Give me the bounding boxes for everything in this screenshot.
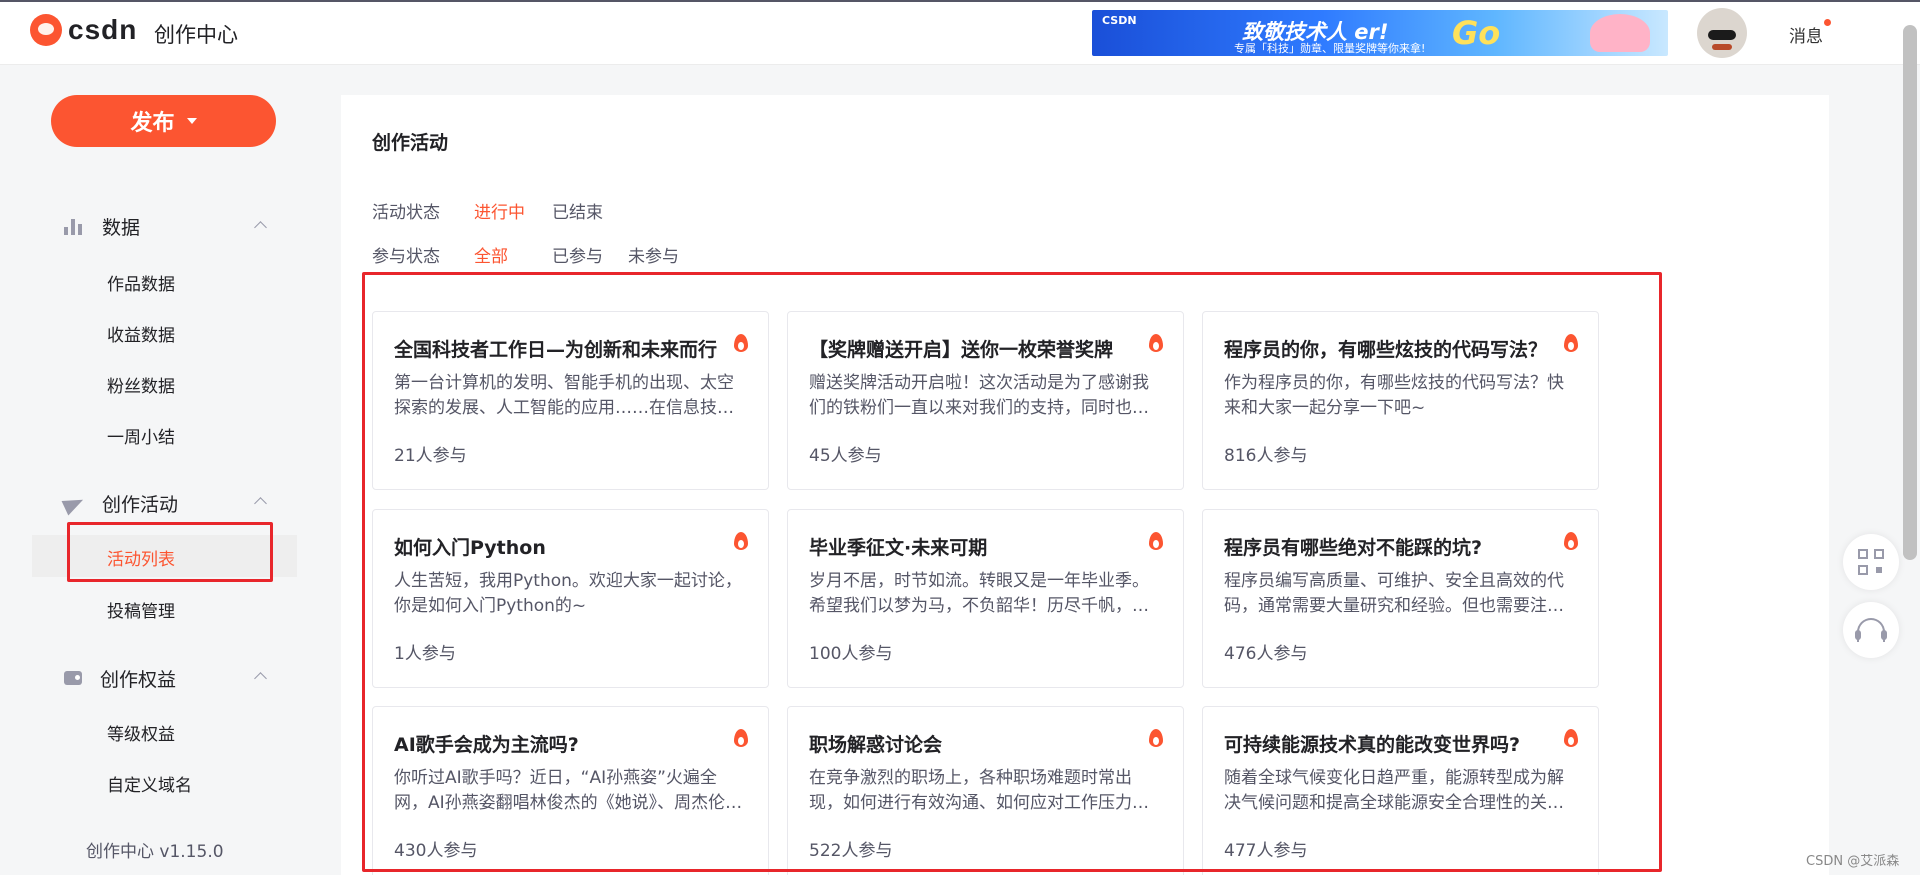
card-title: 全国科技者工作日—为创新和未来而行 [394, 339, 718, 361]
sidebar-item-income-data[interactable]: 收益数据 [107, 321, 175, 346]
card-title: 职场解惑讨论会 [809, 734, 943, 756]
sidebar-item-custom-domain[interactable]: 自定义域名 [107, 771, 192, 796]
user-avatar[interactable] [1697, 8, 1747, 58]
filter-not-joined[interactable]: 未参与 [628, 242, 679, 267]
card-participants: 477人参与 [1224, 841, 1308, 861]
qr-code-icon [1858, 549, 1884, 575]
sidebar-item-submission-manage[interactable]: 投稿管理 [107, 597, 175, 622]
banner-tag: CSDN [1102, 14, 1137, 27]
card-title: 【奖牌赠送开启】送你一枚荣誉奖牌 [809, 339, 1114, 361]
header-title: 创作中心 [154, 23, 238, 47]
activity-card[interactable]: 程序员有哪些绝对不能踩的坑? 程序员编写高质量、可维护、安全且高效的代码，通常需… [1202, 509, 1599, 688]
notification-dot-icon [1824, 19, 1831, 26]
nav-group-label: 创作权益 [100, 668, 177, 691]
card-title: 程序员的你，有哪些炫技的代码写法？ [1224, 339, 1548, 361]
sidebar-item-level-benefits[interactable]: 等级权益 [107, 720, 175, 745]
headset-icon [1855, 618, 1887, 642]
card-title: AI歌手会成为主流吗? [394, 734, 579, 756]
caret-down-icon [186, 118, 197, 124]
flame-icon [1149, 532, 1163, 550]
chevron-up-icon[interactable] [254, 672, 267, 685]
messages-link[interactable]: 消息 [1789, 22, 1823, 47]
promo-banner[interactable]: CSDN 致敬技术人 er! 专属「科技」勋章、限量奖牌等你来拿! Go [1092, 10, 1668, 56]
watermark: CSDN @艾派森 [1806, 854, 1900, 869]
activity-card[interactable]: 【奖牌赠送开启】送你一枚荣誉奖牌 赠送奖牌活动开启啦！这次活动是为了感谢我们的铁… [787, 311, 1184, 490]
publish-button[interactable]: 发布 [51, 95, 276, 147]
banner-subtitle: 专属「科技」勋章、限量奖牌等你来拿! [1234, 42, 1426, 55]
card-participants: 45人参与 [809, 446, 882, 466]
card-description: 程序员编写高质量、可维护、安全且高效的代码，通常需要大量研究和经验。但也需要注意… [1224, 571, 1564, 616]
card-participants: 21人参与 [394, 446, 467, 466]
card-participants: 100人参与 [809, 644, 893, 664]
card-participants: 522人参与 [809, 841, 893, 861]
csdn-monkey-icon [30, 14, 62, 46]
card-participants: 476人参与 [1224, 644, 1308, 664]
banner-cta: Go [1452, 14, 1501, 52]
card-title: 毕业季征文·未来可期 [809, 537, 988, 559]
page-title: 创作活动 [372, 132, 449, 154]
page-scrollbar[interactable] [1903, 25, 1917, 560]
activity-card[interactable]: 可持续能源技术真的能改变世界吗? 随着全球气候变化日趋严重，能源转型成为解决气候… [1202, 706, 1599, 875]
sidebar-item-activity-list[interactable]: 活动列表 [107, 545, 175, 570]
card-description: 在竞争激烈的职场上，各种职场难题时常出现，如何进行有效沟通、如何应对工作压力、如… [809, 768, 1149, 813]
flame-icon [1149, 729, 1163, 747]
chevron-up-icon[interactable] [254, 497, 267, 510]
bar-chart-icon [64, 217, 84, 235]
banner-illustration [1590, 14, 1650, 52]
nav-group-label: 创作活动 [102, 493, 179, 516]
filter-all[interactable]: 全部 [474, 242, 508, 267]
card-description: 第一台计算机的发明、智能手机的出现、太空探索的发展、人工智能的应用……在信息技术… [394, 373, 734, 418]
activity-card[interactable]: 毕业季征文·未来可期 岁月不居，时节如流。转眼又是一年毕业季。希望我们以梦为马，… [787, 509, 1184, 688]
sidebar-item-fans-data[interactable]: 粉丝数据 [107, 372, 175, 397]
card-description: 随着全球气候变化日趋严重，能源转型成为解决气候问题和提高全球能源安全合理性的关键… [1224, 768, 1564, 813]
nav-group-benefits[interactable]: 创作权益 [64, 663, 176, 693]
flame-icon [1149, 334, 1163, 352]
wallet-icon [64, 671, 82, 685]
card-participants: 1人参与 [394, 644, 456, 664]
csdn-logo[interactable]: csdn [30, 14, 137, 46]
sidebar-item-weekly-summary[interactable]: 一周小结 [107, 423, 175, 448]
flame-icon [734, 532, 748, 550]
qr-code-button[interactable] [1843, 534, 1899, 590]
flame-icon [1564, 532, 1578, 550]
version-label: 创作中心 v1.15.0 [86, 842, 224, 862]
activity-card[interactable]: 全国科技者工作日—为创新和未来而行 第一台计算机的发明、智能手机的出现、太空探索… [372, 311, 769, 490]
activity-card[interactable]: 职场解惑讨论会 在竞争激烈的职场上，各种职场难题时常出现，如何进行有效沟通、如何… [787, 706, 1184, 875]
sidebar-item-work-data[interactable]: 作品数据 [107, 270, 175, 295]
activity-card[interactable]: 程序员的你，有哪些炫技的代码写法？ 作为程序员的你，有哪些炫技的代码写法？快来和… [1202, 311, 1599, 490]
filter-ended[interactable]: 已结束 [552, 198, 603, 223]
card-participants: 430人参与 [394, 841, 478, 861]
logo-text: csdn [68, 14, 138, 45]
nav-group-activities[interactable]: 创作活动 [64, 488, 178, 518]
card-description: 作为程序员的你，有哪些炫技的代码写法？快来和大家一起分享一下吧~ [1224, 373, 1564, 418]
flame-icon [1564, 334, 1578, 352]
flame-icon [734, 334, 748, 352]
filter-label-status: 活动状态 [372, 203, 440, 223]
publish-label: 发布 [130, 110, 175, 135]
card-title: 程序员有哪些绝对不能踩的坑? [1224, 537, 1483, 559]
nav-group-label: 数据 [102, 216, 141, 239]
flame-icon [1564, 729, 1578, 747]
filter-label-participation: 参与状态 [372, 247, 440, 267]
customer-service-button[interactable] [1843, 602, 1899, 658]
filter-joined[interactable]: 已参与 [552, 242, 603, 267]
nav-group-data[interactable]: 数据 [64, 211, 140, 241]
card-title: 如何入门Python [394, 537, 546, 559]
activity-card[interactable]: 如何入门Python 人生苦短，我用Python。欢迎大家一起讨论，你是如何入门… [372, 509, 769, 688]
chevron-up-icon[interactable] [254, 221, 267, 234]
card-title: 可持续能源技术真的能改变世界吗? [1224, 734, 1521, 756]
paper-plane-icon [64, 494, 84, 512]
card-description: 人生苦短，我用Python。欢迎大家一起讨论，你是如何入门Python的~ [394, 571, 742, 616]
card-participants: 816人参与 [1224, 446, 1308, 466]
activity-card[interactable]: AI歌手会成为主流吗? 你听过AI歌手吗？近日，“AI孙燕姿”火遍全网，AI孙燕… [372, 706, 769, 875]
card-description: 赠送奖牌活动开启啦！这次活动是为了感谢我们的铁粉们一直以来对我们的支持，同时也欢… [809, 373, 1149, 418]
card-description: 岁月不居，时节如流。转眼又是一年毕业季。希望我们以梦为马，不负韶华！历尽千帆，归… [809, 571, 1149, 616]
flame-icon [734, 729, 748, 747]
card-description: 你听过AI歌手吗？近日，“AI孙燕姿”火遍全网，AI孙燕姿翻唱林俊杰的《她说》、… [394, 768, 743, 813]
filter-ongoing[interactable]: 进行中 [474, 198, 525, 223]
